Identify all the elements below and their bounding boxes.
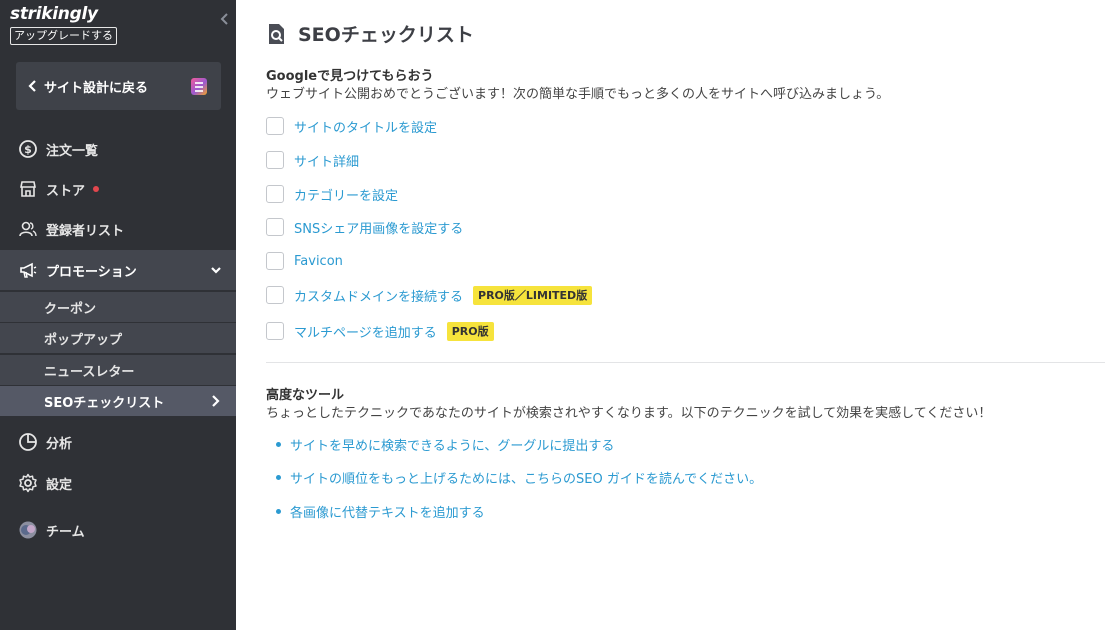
checklist-item-site-title: サイトのタイトルを設定 bbox=[266, 115, 437, 137]
checklist-item-sns-image: SNSシェア用画像を設定する bbox=[266, 216, 463, 238]
page-header: SEOチェックリスト bbox=[266, 20, 474, 47]
sidebar-item-subscribers[interactable]: 登録者リスト bbox=[0, 209, 236, 249]
sidebar-subitem-label: ポップアップ bbox=[44, 332, 123, 348]
sidebar-item-analytics[interactable]: 分析 bbox=[0, 422, 236, 462]
sidebar-item-team[interactable]: チーム bbox=[0, 510, 236, 550]
chevron-right-icon bbox=[212, 395, 220, 407]
megaphone-icon bbox=[18, 260, 38, 280]
checkbox[interactable] bbox=[266, 185, 284, 203]
checkbox[interactable] bbox=[266, 117, 284, 135]
dollar-circle-icon: $ bbox=[18, 139, 38, 159]
sidebar-subitem-coupon[interactable]: クーポン bbox=[0, 292, 236, 322]
seo-search-icon bbox=[269, 23, 284, 44]
strikingly-logo[interactable]: strikingly bbox=[10, 4, 117, 24]
checklist-link[interactable]: カスタムドメインを接続する bbox=[294, 286, 463, 305]
checkbox[interactable] bbox=[266, 286, 284, 304]
main-content: SEOチェックリスト Googleで見つけてもらおう ウェブサイト公開おめでとう… bbox=[236, 0, 1105, 630]
sidebar-subitem-popup[interactable]: ポップアップ bbox=[0, 323, 236, 353]
collapse-sidebar-icon[interactable] bbox=[220, 12, 232, 28]
upgrade-button[interactable]: アップグレードする bbox=[10, 27, 117, 45]
store-icon bbox=[18, 179, 38, 199]
pro-limited-badge: PRO版／LIMITED版 bbox=[473, 285, 593, 305]
sidebar-subitem-newsletter[interactable]: ニュースレター bbox=[0, 355, 236, 385]
bullet-dot bbox=[276, 508, 281, 514]
sidebar: strikingly アップグレードする サイト設計に戻る $ 注文一覧 ストア… bbox=[0, 0, 236, 630]
avatar-icon bbox=[18, 520, 38, 540]
google-section-title: Googleで見つけてもらおう bbox=[266, 69, 434, 84]
gear-icon bbox=[18, 473, 38, 493]
checkbox[interactable] bbox=[266, 322, 284, 340]
sidebar-item-orders[interactable]: $ 注文一覧 bbox=[0, 129, 236, 169]
pro-badge: PRO版 bbox=[446, 321, 494, 341]
alt-text-link[interactable]: 各画像に代替テキストを追加する bbox=[290, 502, 485, 521]
sidebar-subitem-label: ニュースレター bbox=[44, 364, 135, 380]
checkbox[interactable] bbox=[266, 252, 284, 270]
checklist-link[interactable]: サイトのタイトルを設定 bbox=[294, 117, 437, 136]
sidebar-item-label: 設定 bbox=[46, 477, 73, 493]
sidebar-item-label: 分析 bbox=[46, 436, 73, 452]
bullet-dot bbox=[276, 474, 281, 480]
checklist-link[interactable]: カテゴリーを設定 bbox=[294, 185, 398, 204]
checklist-item-custom-domain: カスタムドメインを接続する PRO版／LIMITED版 bbox=[266, 284, 593, 306]
notification-dot bbox=[93, 186, 100, 192]
checklist-link[interactable]: SNSシェア用画像を設定する bbox=[294, 218, 463, 237]
sidebar-item-store[interactable]: ストア bbox=[0, 169, 236, 209]
seo-guide-link[interactable]: サイトの順位をもっと上げるためには、こちらのSEO ガイドを読んでください。 bbox=[290, 468, 762, 487]
checklist-item-category: カテゴリーを設定 bbox=[266, 183, 398, 205]
list-item: サイトの順位をもっと上げるためには、こちらのSEO ガイドを読んでください。 bbox=[276, 467, 762, 487]
google-section-description: ウェブサイト公開おめでとうございます！次の簡単な手順でもっと多くの人をサイトへ呼… bbox=[266, 87, 890, 102]
bullet-dot bbox=[276, 441, 281, 447]
checklist-link[interactable]: マルチページを追加する bbox=[294, 322, 437, 341]
sidebar-item-promotion[interactable]: プロモーション bbox=[0, 250, 236, 290]
back-to-site-editor-label: サイト設計に戻る bbox=[44, 80, 149, 96]
list-item: サイトを早めに検索できるように、グーグルに提出する bbox=[276, 434, 614, 454]
svg-text:$: $ bbox=[24, 143, 32, 156]
list-item: 各画像に代替テキストを追加する bbox=[276, 501, 485, 521]
users-icon bbox=[18, 219, 38, 239]
checklist-item-site-details: サイト詳細 bbox=[266, 149, 359, 171]
checklist-item-multipage: マルチページを追加する PRO版 bbox=[266, 320, 494, 342]
site-editor-icon bbox=[191, 78, 207, 95]
back-to-site-editor-button[interactable]: サイト設計に戻る bbox=[16, 62, 221, 110]
page-title: SEOチェックリスト bbox=[298, 24, 474, 46]
sidebar-subitem-seo-checklist[interactable]: SEOチェックリスト bbox=[0, 386, 236, 416]
section-divider bbox=[266, 362, 1105, 363]
advanced-section-title: 高度なツール bbox=[266, 388, 345, 403]
advanced-section-description: ちょっとしたテクニックであなたのサイトが検索されやすくなります。以下のテクニック… bbox=[266, 406, 992, 421]
checklist-link[interactable]: サイト詳細 bbox=[294, 151, 359, 170]
checklist-link[interactable]: Favicon bbox=[294, 254, 343, 269]
sidebar-item-label: 注文一覧 bbox=[46, 143, 99, 159]
sidebar-item-label: 登録者リスト bbox=[46, 223, 125, 239]
sidebar-subitem-label: SEOチェックリスト bbox=[44, 395, 165, 411]
sidebar-subitem-label: クーポン bbox=[44, 301, 97, 317]
sidebar-item-label: プロモーション bbox=[46, 264, 137, 280]
submit-to-google-link[interactable]: サイトを早めに検索できるように、グーグルに提出する bbox=[290, 435, 614, 454]
sidebar-item-settings[interactable]: 設定 bbox=[0, 463, 236, 503]
checklist-item-favicon: Favicon bbox=[266, 250, 343, 272]
checkbox[interactable] bbox=[266, 151, 284, 169]
chevron-down-icon bbox=[211, 267, 221, 274]
sidebar-item-label: ストア bbox=[46, 183, 86, 199]
checkbox[interactable] bbox=[266, 218, 284, 236]
brand: strikingly アップグレードする bbox=[10, 4, 117, 45]
sidebar-item-label: チーム bbox=[46, 524, 85, 540]
pie-chart-icon bbox=[18, 432, 38, 452]
chevron-left-icon bbox=[28, 80, 36, 92]
